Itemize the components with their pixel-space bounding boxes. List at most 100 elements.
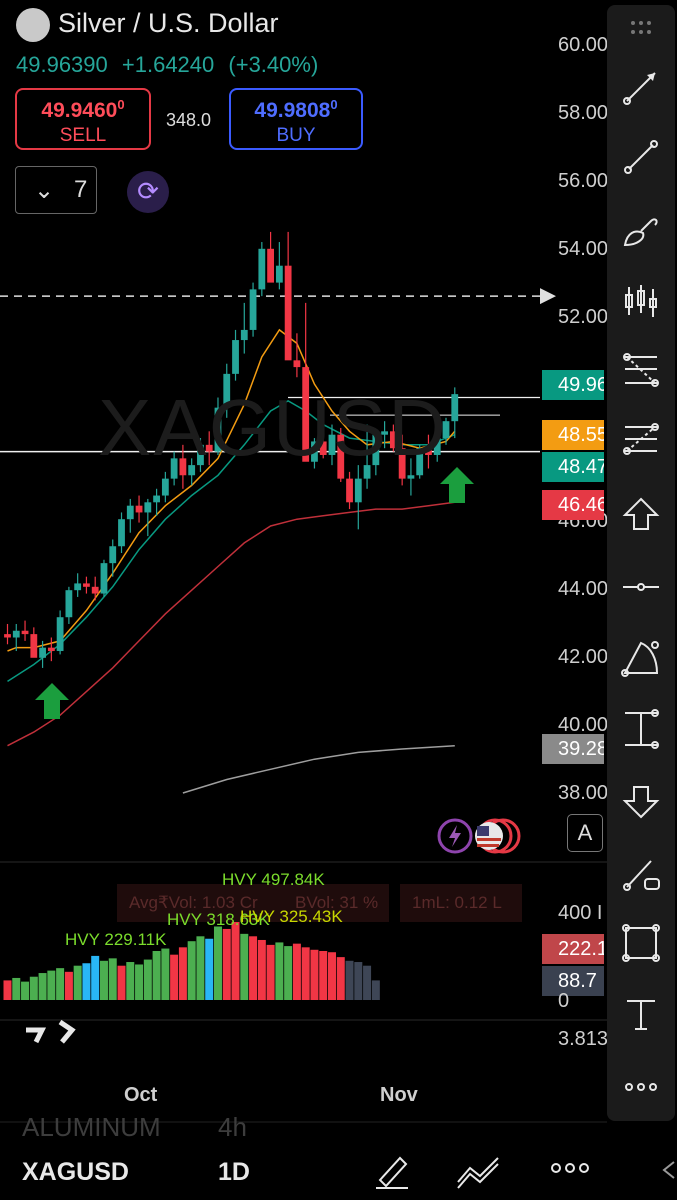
volume-bar (319, 951, 328, 1000)
sell-price: 49.94600 (41, 97, 125, 122)
last-price: 49.96390 (16, 52, 108, 77)
change-pct: (+3.40%) (228, 52, 319, 77)
volume-bar (3, 980, 12, 1000)
indicator-collapse-toggle[interactable]: ⌄ 7 (15, 166, 97, 214)
candle (30, 634, 38, 658)
time-label-oct: Oct (124, 1084, 158, 1106)
candle (354, 478, 362, 503)
volume-bar (363, 965, 372, 1000)
sma-long-line (182, 744, 455, 794)
candle (135, 505, 143, 513)
bottom-bar: ALUMINUM 4h XAGUSD 1D (0, 1112, 677, 1200)
text-tool-icon[interactable] (621, 995, 661, 1035)
oscillator-marker (26, 1019, 76, 1044)
symbol-title[interactable]: Silver / U.S. Dollar (58, 8, 279, 39)
volume-bar (284, 946, 293, 1000)
fib-retracement-tool-icon[interactable] (621, 351, 661, 391)
more-options-icon[interactable] (550, 1158, 590, 1178)
candle (83, 583, 90, 587)
candle (12, 630, 20, 638)
volume-bar (47, 970, 56, 1000)
price-tag: 49.96 (542, 370, 604, 400)
volume-bar (213, 926, 222, 1000)
volume-bar (257, 939, 266, 1000)
rectangle-tool-icon[interactable] (621, 923, 661, 963)
volume-bar (196, 936, 205, 1000)
indicators-icon[interactable] (456, 1150, 502, 1190)
volume-bar (73, 965, 82, 1000)
buy-signal-arrow (35, 683, 69, 719)
candle (118, 519, 125, 547)
price-tag: 39.28 (542, 734, 604, 764)
volume-bar (292, 943, 301, 1000)
price-axis-label: 52.00 (558, 306, 609, 328)
candle (91, 586, 99, 594)
candle (47, 647, 55, 652)
pattern-tool-icon[interactable] (621, 281, 661, 321)
drawing-toolbar (607, 5, 675, 1121)
ray-tool-icon[interactable] (621, 853, 661, 893)
candle (65, 590, 73, 618)
sell-button[interactable]: 49.94600 SELL (15, 88, 151, 150)
fib-extension-tool-icon[interactable] (621, 421, 661, 461)
volume-tag-red: 222.1 (542, 934, 604, 964)
price-axis-label: 42.00 (558, 646, 609, 668)
candle (284, 265, 292, 361)
trend-line-tool-icon[interactable] (621, 137, 661, 177)
volume-bar (336, 957, 345, 1000)
volume-bar (108, 958, 117, 1000)
symbol-selector[interactable]: XAGUSD (22, 1158, 129, 1187)
price-axis-label: 56.00 (558, 170, 609, 192)
candle (275, 265, 283, 283)
volume-bar (310, 949, 319, 1000)
arrow-down-tool-icon[interactable] (621, 781, 661, 821)
candle (144, 502, 152, 513)
horizontal-line-tool-icon[interactable] (621, 567, 661, 607)
chevron-left-icon[interactable] (660, 1158, 676, 1182)
chevron-down-icon: ⌄ (34, 177, 55, 204)
candle (109, 546, 117, 564)
events-icons[interactable] (437, 816, 521, 856)
pencil-icon[interactable] (372, 1150, 412, 1190)
candle (232, 340, 239, 374)
symbol-watermark: XAGUSD (98, 383, 448, 472)
volume-bar (117, 965, 126, 1000)
indicator-count: 7 (74, 176, 88, 203)
volume-bar (29, 976, 38, 1000)
arc-tool-icon[interactable] (621, 639, 661, 679)
volume-bar (56, 968, 65, 1000)
volume-bar (161, 948, 170, 1000)
candle (21, 630, 29, 635)
dashed-line-arrow (540, 288, 556, 305)
buy-button[interactable]: 49.98080 BUY (229, 88, 363, 150)
volume-bar (12, 977, 21, 1000)
price-axis-label: 38.00 (558, 782, 609, 804)
sync-icon[interactable]: ⟳ (127, 171, 169, 213)
brush-tool-icon[interactable] (621, 211, 661, 251)
more-tools-icon[interactable] (621, 1067, 661, 1107)
volume-bar (371, 980, 380, 1000)
volume-bar (266, 944, 275, 1000)
candle (74, 583, 82, 591)
arrow-up-tool-icon[interactable] (621, 495, 661, 535)
candle (407, 475, 415, 479)
volume-tag-dark: 88.7 (542, 966, 604, 996)
buy-price: 49.98080 (254, 97, 338, 122)
volume-bar (64, 971, 73, 1000)
arrow-line-tool-icon[interactable] (621, 67, 661, 107)
price-tag: 48.47 (542, 452, 604, 482)
volume-bar (126, 962, 135, 1000)
spread-value: 348.0 (166, 110, 212, 130)
volume-bar (178, 947, 187, 1000)
change-abs: +1.64240 (121, 52, 215, 77)
volume-bar (240, 933, 249, 1000)
price-range-tool-icon[interactable] (621, 709, 661, 749)
interval-selector[interactable]: 1D (218, 1158, 250, 1187)
auto-scale-button[interactable]: A (567, 814, 603, 852)
volume-bar (231, 921, 240, 1000)
drag-handle-icon[interactable] (621, 15, 661, 41)
quote-line: 49.96390 +1.64240 (+3.40%) (16, 52, 326, 78)
ml-info: 1mL: 0.12 L (400, 884, 522, 922)
candle (258, 248, 266, 290)
volume-bar (249, 936, 258, 1000)
